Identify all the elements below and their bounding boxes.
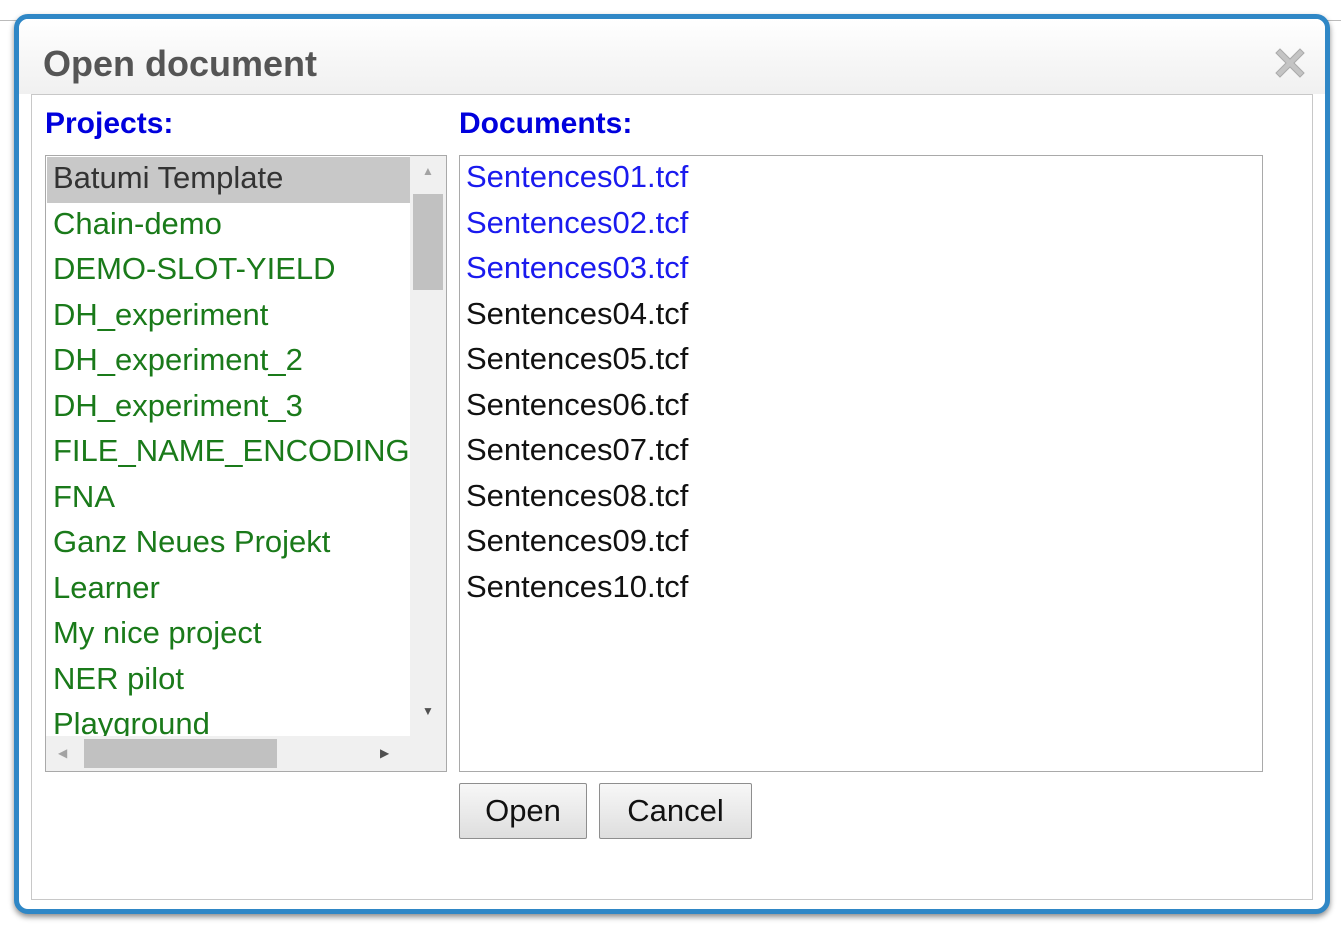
cancel-button[interactable]: Cancel (599, 783, 752, 839)
documents-label: Documents: (459, 107, 633, 140)
project-list-item[interactable]: DEMO-SLOT-YIELD (47, 248, 410, 294)
document-list-item[interactable]: Sentences09.tcf (460, 520, 1262, 566)
document-list-item[interactable]: Sentences07.tcf (460, 429, 1262, 475)
open-document-dialog: Open document Projects: Documents: Batum… (14, 14, 1330, 914)
projects-horizontal-scroll-thumb[interactable] (84, 739, 277, 768)
project-list-item[interactable]: DH_experiment_3 (47, 385, 410, 431)
project-list-item[interactable]: FNA (47, 476, 410, 522)
documents-list[interactable]: Sentences01.tcf Sentences02.tcf Sentences0… (460, 156, 1262, 611)
scrollbar-corner (410, 736, 446, 771)
scroll-right-arrow-icon[interactable]: ▶ (380, 746, 389, 760)
project-list-item[interactable]: Ganz Neues Projekt (47, 521, 410, 567)
document-list-item[interactable]: Sentences04.tcf (460, 293, 1262, 339)
project-list-item[interactable]: Playground (47, 703, 410, 737)
dialog-content: Projects: Documents: Batumi Template Chai… (31, 94, 1313, 900)
document-list-item[interactable]: Sentences08.tcf (460, 475, 1262, 521)
projects-vertical-scrollbar[interactable]: ▲ ▼ (410, 156, 446, 736)
dialog-titlebar[interactable]: Open document (19, 19, 1325, 94)
project-list-item[interactable]: FILE_NAME_ENCODING (47, 430, 410, 476)
project-list-item[interactable]: NER pilot (47, 658, 410, 704)
project-list-item[interactable]: My nice project (47, 612, 410, 658)
projects-vertical-scroll-thumb[interactable] (413, 194, 443, 290)
project-list-item[interactable]: Chain-demo (47, 203, 410, 249)
document-list-item[interactable]: Sentences10.tcf (460, 566, 1262, 612)
project-list-item[interactable]: Learner (47, 567, 410, 613)
project-list-item[interactable]: DH_experiment_2 (47, 339, 410, 385)
document-list-item[interactable]: Sentences06.tcf (460, 384, 1262, 430)
project-list-item[interactable]: DH_experiment (47, 294, 410, 340)
document-list-item[interactable]: Sentences05.tcf (460, 338, 1262, 384)
projects-horizontal-scrollbar[interactable]: ◀ ▶ (46, 736, 410, 771)
open-button[interactable]: Open (459, 783, 587, 839)
document-list-item[interactable]: Sentences03.tcf (460, 247, 1262, 293)
close-icon[interactable] (1270, 43, 1310, 83)
projects-listbox[interactable]: Batumi Template Chain-demo DEMO-SLOT-YIELD… (45, 155, 447, 772)
project-list-item[interactable]: Batumi Template (47, 157, 410, 203)
scroll-down-arrow-icon[interactable]: ▼ (422, 704, 434, 718)
scroll-up-arrow-icon[interactable]: ▲ (422, 164, 434, 178)
document-list-item[interactable]: Sentences01.tcf (460, 156, 1262, 202)
projects-list[interactable]: Batumi Template Chain-demo DEMO-SLOT-YIELD… (47, 157, 410, 737)
dialog-title: Open document (43, 43, 318, 84)
projects-label: Projects: (45, 107, 174, 140)
scroll-left-arrow-icon[interactable]: ◀ (58, 746, 67, 760)
documents-listbox[interactable]: Sentences01.tcf Sentences02.tcf Sentences0… (459, 155, 1263, 772)
document-list-item[interactable]: Sentences02.tcf (460, 202, 1262, 248)
